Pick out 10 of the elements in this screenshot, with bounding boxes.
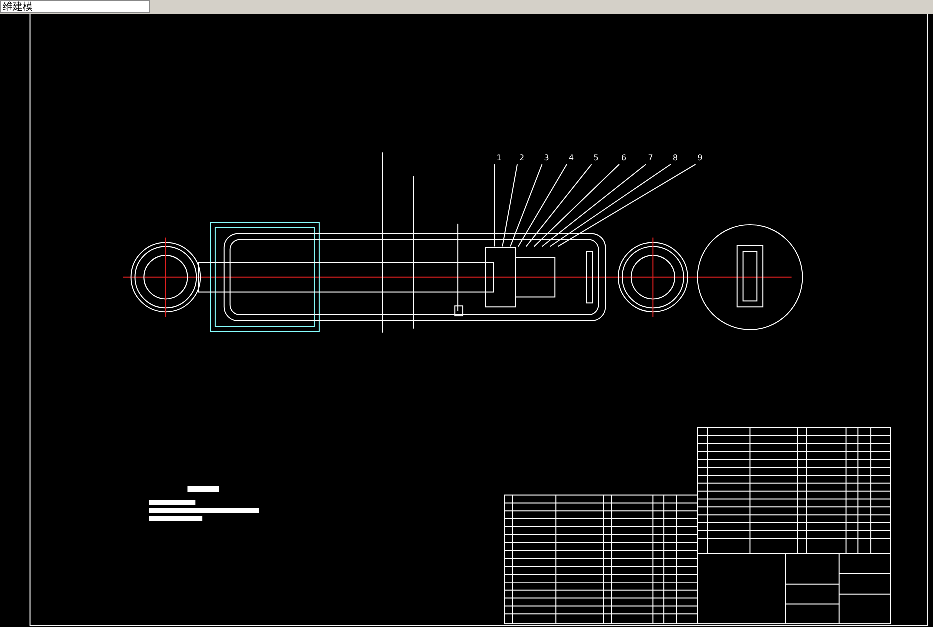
- balloon-number: 9: [698, 154, 703, 163]
- balloon-number: 8: [672, 154, 678, 163]
- balloon-number: 7: [648, 154, 654, 163]
- balloon-number: 3: [544, 154, 550, 163]
- balloon-number: 1: [496, 154, 502, 163]
- balloon-number: 2: [519, 154, 525, 163]
- balloon-number: 4: [569, 154, 574, 163]
- balloon-number: 5: [594, 154, 599, 163]
- workspace-dropdown[interactable]: 维建模: [0, 0, 150, 13]
- balloon-number: 6: [621, 154, 627, 163]
